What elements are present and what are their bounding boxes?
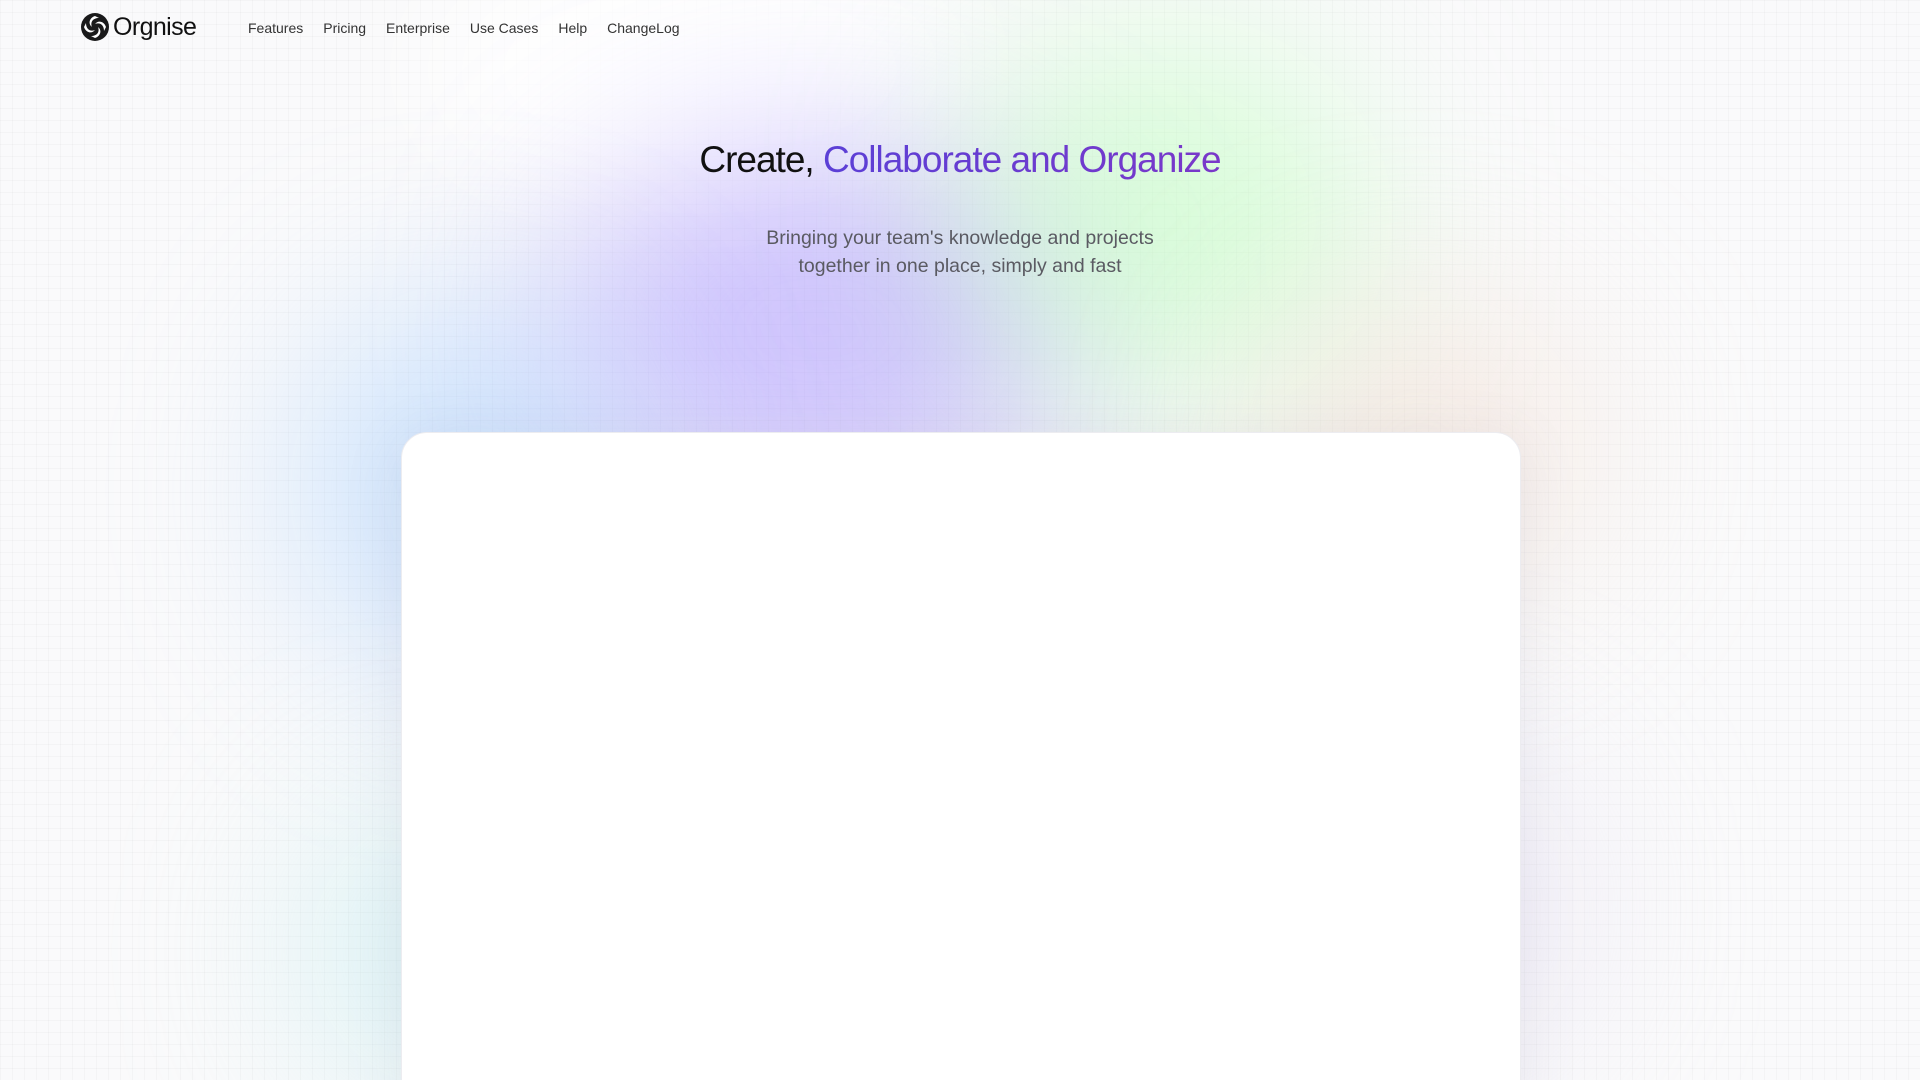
nav-link-changelog[interactable]: ChangeLog	[607, 20, 679, 36]
headline-accent: Collaborate and Organize	[822, 139, 1222, 180]
landing-page: Orgnise Features Pricing Enterprise Use …	[0, 0, 1920, 1080]
headline-plain: Create,	[699, 139, 814, 180]
brand-logo-link[interactable]: Orgnise	[80, 12, 197, 42]
hero-section: Create, Collaborate and Organize	[0, 135, 1920, 185]
hero-subtitle: Bringing your team's knowledge and proje…	[0, 224, 1920, 280]
nav-links: Features Pricing Enterprise Use Cases He…	[248, 20, 700, 36]
subtitle-line-1: Bringing your team's knowledge and proje…	[766, 227, 1154, 249]
top-navigation: Orgnise Features Pricing Enterprise Use …	[0, 0, 1920, 56]
product-preview-card	[401, 432, 1521, 1080]
nav-link-pricing[interactable]: Pricing	[323, 20, 366, 36]
nav-link-features[interactable]: Features	[248, 20, 303, 36]
nav-link-help[interactable]: Help	[558, 20, 587, 36]
hero-headline: Create, Collaborate and Organize	[0, 135, 1920, 185]
nav-link-use-cases[interactable]: Use Cases	[470, 20, 538, 36]
nav-link-enterprise[interactable]: Enterprise	[386, 20, 450, 36]
aperture-swirl-icon	[80, 12, 110, 42]
brand-name: Orgnise	[113, 12, 197, 41]
subtitle-line-2: together in one place, simply and fast	[798, 255, 1122, 277]
